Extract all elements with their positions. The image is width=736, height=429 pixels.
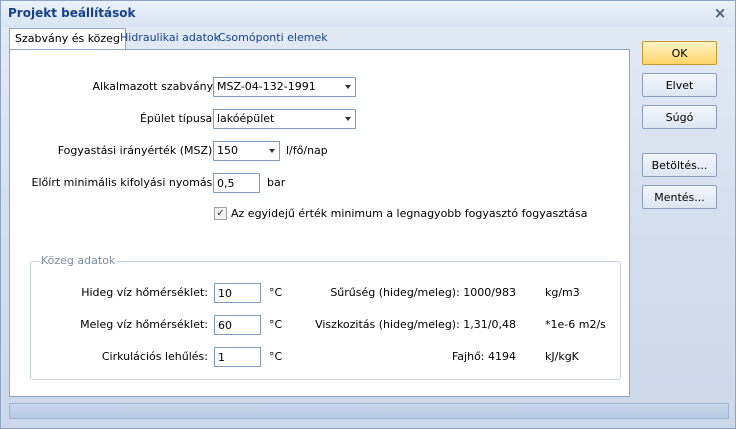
simultaneity-label: Az egyidejű érték minimum a legnagyobb f… [231, 207, 588, 220]
consumption-value: 150 [217, 144, 238, 157]
circulation-cooling-unit: °C [269, 350, 283, 363]
chevron-down-icon [345, 85, 351, 89]
ok-button[interactable]: OK [642, 41, 717, 65]
cancel-button[interactable]: Elvet [642, 73, 717, 97]
status-bar [9, 403, 729, 419]
consumption-unit: l/fő/nap [286, 144, 328, 157]
cold-water-temp-unit: °C [269, 286, 283, 299]
density-label: Sűrűség (hideg/meleg): 1000/983 [330, 286, 516, 299]
pressure-input[interactable] [213, 173, 260, 193]
consumption-select[interactable]: 150 [213, 141, 280, 161]
save-button[interactable]: Mentés... [642, 185, 717, 209]
viscosity-unit: *1e-6 m2/s [545, 318, 606, 331]
help-button[interactable]: Súgó [642, 105, 717, 129]
cold-water-temp-label: Hideg víz hőmérséklet: [81, 286, 208, 299]
tab-node-elements[interactable]: Csomóponti elemek [213, 28, 333, 50]
simultaneity-checkbox[interactable]: ✓ [214, 207, 227, 220]
pressure-label: Előírt minimális kifolyási nyomás: [31, 176, 216, 189]
consumption-label: Fogyastási irányérték (MSZ): [57, 144, 216, 157]
building-type-select[interactable]: lakóépület [213, 109, 356, 129]
circulation-cooling-label: Cirkulációs lehűlés: [101, 350, 208, 363]
standard-label: Alkalmazott szabvány: [92, 80, 216, 93]
circulation-cooling-input[interactable] [214, 347, 261, 367]
window-title: Projekt beállítások [8, 6, 136, 20]
standard-value: MSZ-04-132-1991 [217, 80, 316, 93]
title-bar: Projekt beállítások × [1, 1, 735, 27]
specific-heat-unit: kJ/kgK [545, 350, 579, 363]
load-button[interactable]: Betöltés... [642, 153, 717, 177]
tab-hydraulic-data[interactable]: Hidraulikai adatok [115, 28, 225, 50]
specific-heat-label: Fajhő: 4194 [451, 350, 516, 363]
close-icon[interactable]: × [711, 4, 729, 22]
pressure-unit: bar [267, 176, 286, 189]
building-type-value: lakóépület [217, 112, 275, 125]
warm-water-temp-unit: °C [269, 318, 283, 331]
warm-water-temp-input[interactable] [214, 315, 261, 335]
density-unit: kg/m3 [545, 286, 580, 299]
medium-data-group: Közeg adatok Hideg víz hőmérséklet: °C M… [30, 254, 621, 380]
standard-select[interactable]: MSZ-04-132-1991 [213, 77, 356, 97]
building-type-label: Épület típusa: [139, 112, 216, 125]
tab-panel: Alkalmazott szabvány: MSZ-04-132-1991 Ép… [9, 49, 630, 397]
cold-water-temp-input[interactable] [214, 283, 261, 303]
medium-group-title: Közeg adatok [39, 254, 118, 267]
tab-standard-medium[interactable]: Szabvány és közeg [9, 28, 126, 51]
chevron-down-icon [345, 117, 351, 121]
warm-water-temp-label: Meleg víz hőmérséklet: [80, 318, 208, 331]
dialog-window: Projekt beállítások × Szabvány és közeg … [0, 0, 736, 429]
viscosity-label: Viszkozitás (hideg/meleg): 1,31/0,48 [315, 318, 516, 331]
chevron-down-icon [269, 149, 275, 153]
